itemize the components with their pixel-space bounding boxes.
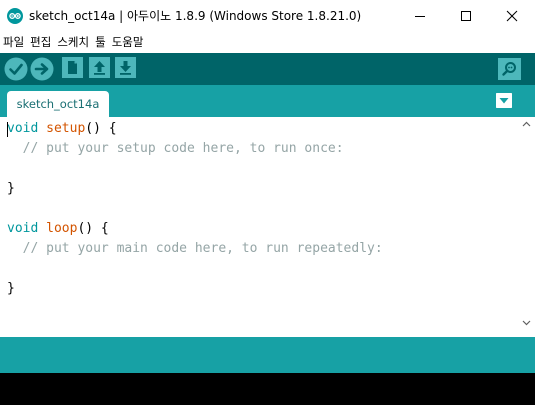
keyword: void bbox=[7, 121, 39, 136]
upload-button[interactable] bbox=[30, 57, 54, 81]
new-button[interactable] bbox=[62, 57, 83, 78]
new-file-icon bbox=[68, 61, 77, 74]
minimize-icon bbox=[415, 15, 425, 17]
text-caret bbox=[7, 122, 8, 137]
code-line: void setup() { bbox=[7, 121, 117, 139]
save-button[interactable] bbox=[115, 57, 136, 78]
code-text: } bbox=[7, 281, 15, 296]
function-name: setup bbox=[46, 121, 86, 136]
maximize-icon bbox=[461, 10, 471, 21]
serial-monitor-button[interactable] bbox=[498, 58, 521, 80]
menu-help[interactable]: 도움말 bbox=[112, 34, 144, 50]
window-title: sketch_oct14a | 아두이노 1.8.9 (Windows Stor… bbox=[29, 9, 362, 23]
maximize-button[interactable] bbox=[443, 0, 489, 31]
menu-sketch[interactable]: 스케치 bbox=[57, 34, 89, 50]
menu-tools[interactable]: 툴 bbox=[95, 34, 106, 50]
status-bar bbox=[0, 337, 535, 373]
code-line: } bbox=[7, 281, 15, 299]
menu-edit[interactable]: 편집 bbox=[30, 34, 51, 50]
close-button[interactable] bbox=[489, 0, 535, 31]
arduino-logo-icon bbox=[7, 8, 23, 24]
open-button[interactable] bbox=[89, 57, 110, 78]
comment: // put your main code here, to run repea… bbox=[7, 241, 383, 256]
menu-file[interactable]: 파일 bbox=[3, 34, 24, 50]
scroll-down-icon[interactable] bbox=[522, 320, 531, 326]
code-text: } bbox=[7, 181, 15, 196]
tab-label: sketch_oct14a bbox=[16, 97, 100, 111]
editor-scrollbar[interactable] bbox=[518, 117, 535, 337]
console-output bbox=[0, 373, 535, 405]
function-name: loop bbox=[46, 221, 78, 236]
menu-bar: 파일 편집 스케치 툴 도움말 bbox=[0, 31, 535, 53]
code-line: } bbox=[7, 181, 15, 199]
minimize-button[interactable] bbox=[397, 0, 443, 31]
scroll-up-icon[interactable] bbox=[522, 121, 531, 127]
code-line: void loop() { bbox=[7, 221, 109, 239]
code-text: () { bbox=[85, 121, 117, 136]
code-line: // put your main code here, to run repea… bbox=[7, 241, 383, 259]
code-text: () { bbox=[77, 221, 109, 236]
close-icon bbox=[506, 10, 518, 21]
toolbar bbox=[0, 53, 535, 85]
tab-menu-button[interactable] bbox=[496, 93, 512, 108]
tab-bar: sketch_oct14a bbox=[0, 85, 535, 117]
comment: // put your setup code here, to run once… bbox=[7, 141, 344, 156]
code-editor[interactable]: void setup() { // put your setup code he… bbox=[0, 117, 518, 337]
tab-sketch[interactable]: sketch_oct14a bbox=[7, 91, 109, 117]
keyword: void bbox=[7, 221, 39, 236]
title-bar[interactable]: sketch_oct14a | 아두이노 1.8.9 (Windows Stor… bbox=[0, 0, 535, 31]
arduino-ide-window: sketch_oct14a | 아두이노 1.8.9 (Windows Stor… bbox=[0, 0, 535, 405]
verify-button[interactable] bbox=[4, 57, 28, 81]
code-line: // put your setup code here, to run once… bbox=[7, 141, 344, 159]
